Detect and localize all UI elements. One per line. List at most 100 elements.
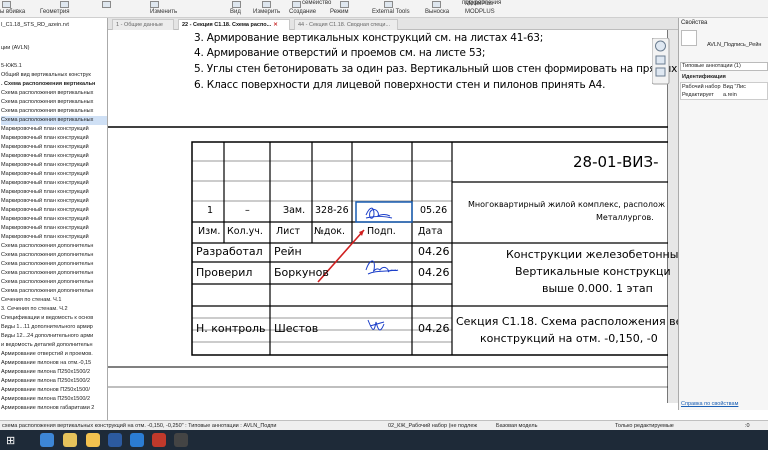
browser-item[interactable]: 3. Сечения по стенам. Ч.2	[1, 305, 107, 314]
prop-value[interactable]: a.rein	[723, 92, 737, 98]
browser-item[interactable]: Маркировочный план конструкций	[1, 161, 107, 170]
browser-item[interactable]: и ведомость деталей дополнительн	[1, 341, 107, 350]
browser-item[interactable]: Армирование отверстий и проемов.	[1, 350, 107, 359]
view-tab-bar: 1 - Общие данные 22 - Секция С1.18. Схем…	[108, 18, 678, 30]
drawing-sheet: 3. Армирование вертикальных конструкций …	[108, 30, 678, 403]
ribbon-item[interactable]: ы вбивка	[0, 9, 25, 15]
ribbon-item[interactable]: Создание	[289, 9, 316, 15]
ribbon-icon[interactable]	[384, 1, 393, 8]
ribbon-item[interactable]: Геометрия	[40, 9, 69, 15]
browser-item[interactable]: Маркировочный план конструкций	[1, 206, 107, 215]
navigation-bar[interactable]	[652, 38, 670, 86]
ribbon-icon[interactable]	[432, 1, 441, 8]
pdf-icon[interactable]	[152, 433, 166, 447]
browser-item[interactable]: Маркировочный план конструкций	[1, 197, 107, 206]
browser-item[interactable]: Схема расположения дополнительн	[1, 251, 107, 260]
ribbon-item[interactable]: Режим	[330, 9, 349, 15]
browser-item[interactable]: Схема расположения дополнительн	[1, 287, 107, 296]
browser-item[interactable]: Армирование пилона П250х1500/2	[1, 377, 107, 386]
browser-item[interactable]: Маркировочный план конструкций	[1, 215, 107, 224]
developed-name: Рейн	[274, 245, 302, 258]
browser-item[interactable]: Маркировочный план конструкций	[1, 188, 107, 197]
workset-selector[interactable]: 02_КЖ_Рабочий набор (не подлеж	[388, 423, 477, 429]
close-icon[interactable]: ✕	[273, 22, 278, 28]
ribbon-icon[interactable]	[2, 1, 11, 8]
browser-file-name[interactable]: I_C1.18_STS_RD_azein.rvt	[1, 21, 107, 30]
browser-item[interactable]: Маркировочный план конструкций	[1, 224, 107, 233]
editable-only-toggle[interactable]: Только редактируемые	[615, 423, 674, 429]
file-explorer-icon[interactable]	[86, 433, 100, 447]
header-list: Лист	[276, 226, 301, 237]
browser-item[interactable]: Маркировочный план конструкций	[1, 152, 107, 161]
rev-date: 05.26	[420, 205, 448, 216]
ribbon-item[interactable]: Выноска	[425, 9, 449, 15]
checked-date: 04.26	[418, 266, 450, 279]
browser-item[interactable]: Схема расположения дополнительн	[1, 269, 107, 278]
browser-item[interactable]: Маркировочный план конструкций	[1, 134, 107, 143]
ribbon-icon[interactable]	[292, 1, 301, 8]
ribbon-top-item[interactable]: семейство	[302, 0, 331, 6]
browser-item[interactable]: Схема расположения дополнительн	[1, 260, 107, 269]
design-option-selector[interactable]: Базовая модель	[496, 423, 537, 429]
prop-value[interactable]: Вид "Лис	[723, 84, 746, 90]
windows-start-icon[interactable]: ⊞	[6, 434, 15, 447]
ribbon-item[interactable]: External Tools	[372, 9, 410, 15]
browser-item[interactable]: Спецификации и ведомость к основ	[1, 314, 107, 323]
sheet-title: конструкций на отм. -0,150, -0	[480, 332, 658, 345]
edge-browser-icon[interactable]	[40, 433, 54, 447]
browser-item[interactable]: Схема расположения вертикальных	[1, 98, 107, 107]
browser-item-active[interactable]: . Схема расположения вертикальн	[1, 80, 107, 89]
browser-item[interactable]: Схема расположения дополнительн	[1, 242, 107, 251]
browser-item[interactable]: Схема расположения вертикальных	[1, 89, 107, 98]
browser-item[interactable]: Схема расположения вертикальных	[1, 107, 107, 116]
ribbon-icon[interactable]	[340, 1, 349, 8]
ribbon-item[interactable]: MODPLUS	[465, 9, 495, 15]
browser-item[interactable]: Армирование пилонов на отм.-0,15	[1, 359, 107, 368]
browser-item[interactable]: Армирование пилонов габаритами 2	[1, 404, 107, 413]
tab-label: 22 - Секция С1.18. Схема распо...	[182, 22, 272, 28]
ribbon-item[interactable]: Изменить	[150, 9, 177, 15]
tab-section-scheme[interactable]: 22 - Секция С1.18. Схема распо... ✕	[178, 19, 290, 30]
prop-key: Редактирует	[682, 92, 714, 98]
tab-summary-spec[interactable]: 44 - Секция С1.18. Сводная специ...	[294, 19, 398, 30]
ribbon-icon[interactable]	[102, 1, 111, 8]
ribbon-item[interactable]: Измерить	[253, 9, 280, 15]
browser-item[interactable]: Маркировочный план конструкций	[1, 125, 107, 134]
ribbon-icon[interactable]	[60, 1, 69, 8]
document-code: 28-01-ВИЗ-	[573, 153, 659, 171]
chrome-browser-icon[interactable]	[63, 433, 77, 447]
revit-icon[interactable]	[174, 433, 188, 447]
rev-doc: 328-26	[315, 205, 349, 216]
browser-item[interactable]: Армирование пилона П250х1500/2	[1, 395, 107, 404]
ribbon-item[interactable]: Вид	[230, 9, 241, 15]
section-identification: Идентификация	[682, 74, 726, 80]
ribbon-icon[interactable]	[150, 1, 159, 8]
tab-general-data[interactable]: 1 - Общие данные	[112, 19, 174, 30]
browser-item-selected[interactable]: Схема расположения вертикальных	[1, 116, 107, 125]
ribbon-icon[interactable]	[262, 1, 271, 8]
properties-help-link[interactable]: Справка по свойствам	[681, 401, 738, 407]
ribbon-icon[interactable]	[232, 1, 241, 8]
browser-item[interactable]: Маркировочный план конструкций	[1, 170, 107, 179]
ribbon-top-item[interactable]: ModelPlus	[465, 1, 493, 7]
word-icon[interactable]	[130, 433, 144, 447]
browser-item[interactable]: Сечения по стенам. Ч.1	[1, 296, 107, 305]
drawing-canvas[interactable]: 3. Армирование вертикальных конструкций …	[108, 30, 678, 403]
browser-item[interactable]: Армирование пилонов П250х1500/	[1, 386, 107, 395]
family-preview-icon	[681, 30, 697, 46]
browser-item[interactable]: Схема расположения дополнительн	[1, 278, 107, 287]
browser-item[interactable]: ции (AVLN)	[1, 44, 107, 53]
browser-item[interactable]: Виды 12...24 дополнительного арми	[1, 332, 107, 341]
browser-item[interactable]: Маркировочный план конструкций	[1, 233, 107, 242]
sheet-title: Секция С1.18. Схема расположения верт	[456, 315, 678, 328]
browser-item[interactable]: Маркировочный план конструкций	[1, 143, 107, 152]
browser-item[interactable]: Маркировочный план конструкций	[1, 179, 107, 188]
structure-title: выше 0.000. 1 этап	[542, 282, 653, 295]
browser-item[interactable]: Общий вид вертикальных конструк	[1, 71, 107, 80]
structure-title: Вертикальные конструкци	[515, 265, 671, 278]
browser-item[interactable]: Армирование пилона П250х1500/2	[1, 368, 107, 377]
browser-item[interactable]: Виды 1...11 дополнительного армир	[1, 323, 107, 332]
app-icon[interactable]	[108, 433, 122, 447]
browser-item[interactable]: 5-КЖ5.1	[1, 62, 107, 71]
developed-date: 04.26	[418, 245, 450, 258]
